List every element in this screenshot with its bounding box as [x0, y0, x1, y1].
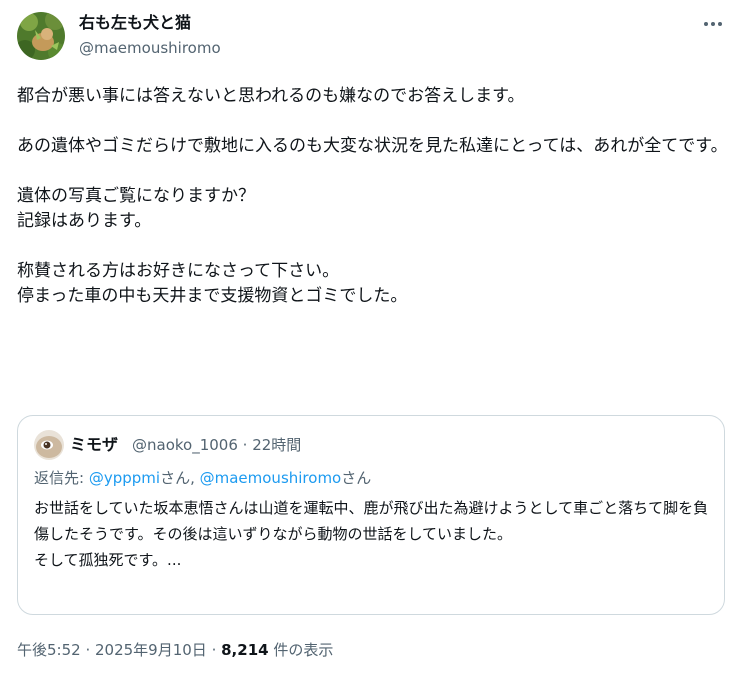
- quote-separator: ·: [237, 436, 253, 454]
- more-horizontal-icon[interactable]: [701, 14, 725, 34]
- footer-separator-1: ·: [80, 641, 95, 659]
- quote-author-handle[interactable]: @naoko_1006: [132, 436, 238, 454]
- tweet-footer: 午後5:52 · 2025年9月10日 · 8,214 件の表示: [17, 639, 333, 661]
- reply-san-2: さん: [341, 469, 372, 487]
- quote-avatar-image: [34, 430, 64, 460]
- tweet-text: 都合が悪い事には答えないと思われるのも嫌なのでお答えします。 あの遺体やゴミだら…: [17, 86, 728, 306]
- reply-san-1: さん,: [160, 469, 200, 487]
- views-count[interactable]: 8,214: [221, 641, 268, 659]
- reply-mention-ypppmi[interactable]: @ypppmi: [89, 469, 160, 487]
- quote-text: お世話をしていた坂本恵悟さんは山道を運転中、鹿が飛び出た為避けようとして車ごと落…: [34, 499, 709, 569]
- tweet-time[interactable]: 午後5:52: [17, 641, 81, 659]
- author-avatar[interactable]: [17, 12, 65, 60]
- views-label: 件の表示: [268, 641, 334, 659]
- footer-separator-2: ·: [206, 641, 222, 659]
- quote-avatar[interactable]: [34, 430, 64, 460]
- quote-meta: @naoko_1006 · 22時間: [132, 435, 301, 455]
- avatar-image: [17, 12, 65, 60]
- quoted-tweet-card[interactable]: ミモザ @naoko_1006 · 22時間 返信先: @ypppmiさん, @…: [17, 415, 725, 615]
- quote-time[interactable]: 22時間: [252, 436, 301, 454]
- quote-reply-to: 返信先: @ypppmiさん, @maemoushiromoさん: [34, 468, 371, 488]
- author-name[interactable]: 右も左も犬と猫: [79, 12, 191, 34]
- tweet-date[interactable]: 2025年9月10日: [95, 641, 207, 659]
- reply-mention-maemoushiromo[interactable]: @maemoushiromo: [200, 469, 342, 487]
- author-handle[interactable]: @maemoushiromo: [79, 38, 221, 58]
- quote-author-name[interactable]: ミモザ: [70, 434, 118, 456]
- reply-prefix: 返信先:: [34, 469, 89, 487]
